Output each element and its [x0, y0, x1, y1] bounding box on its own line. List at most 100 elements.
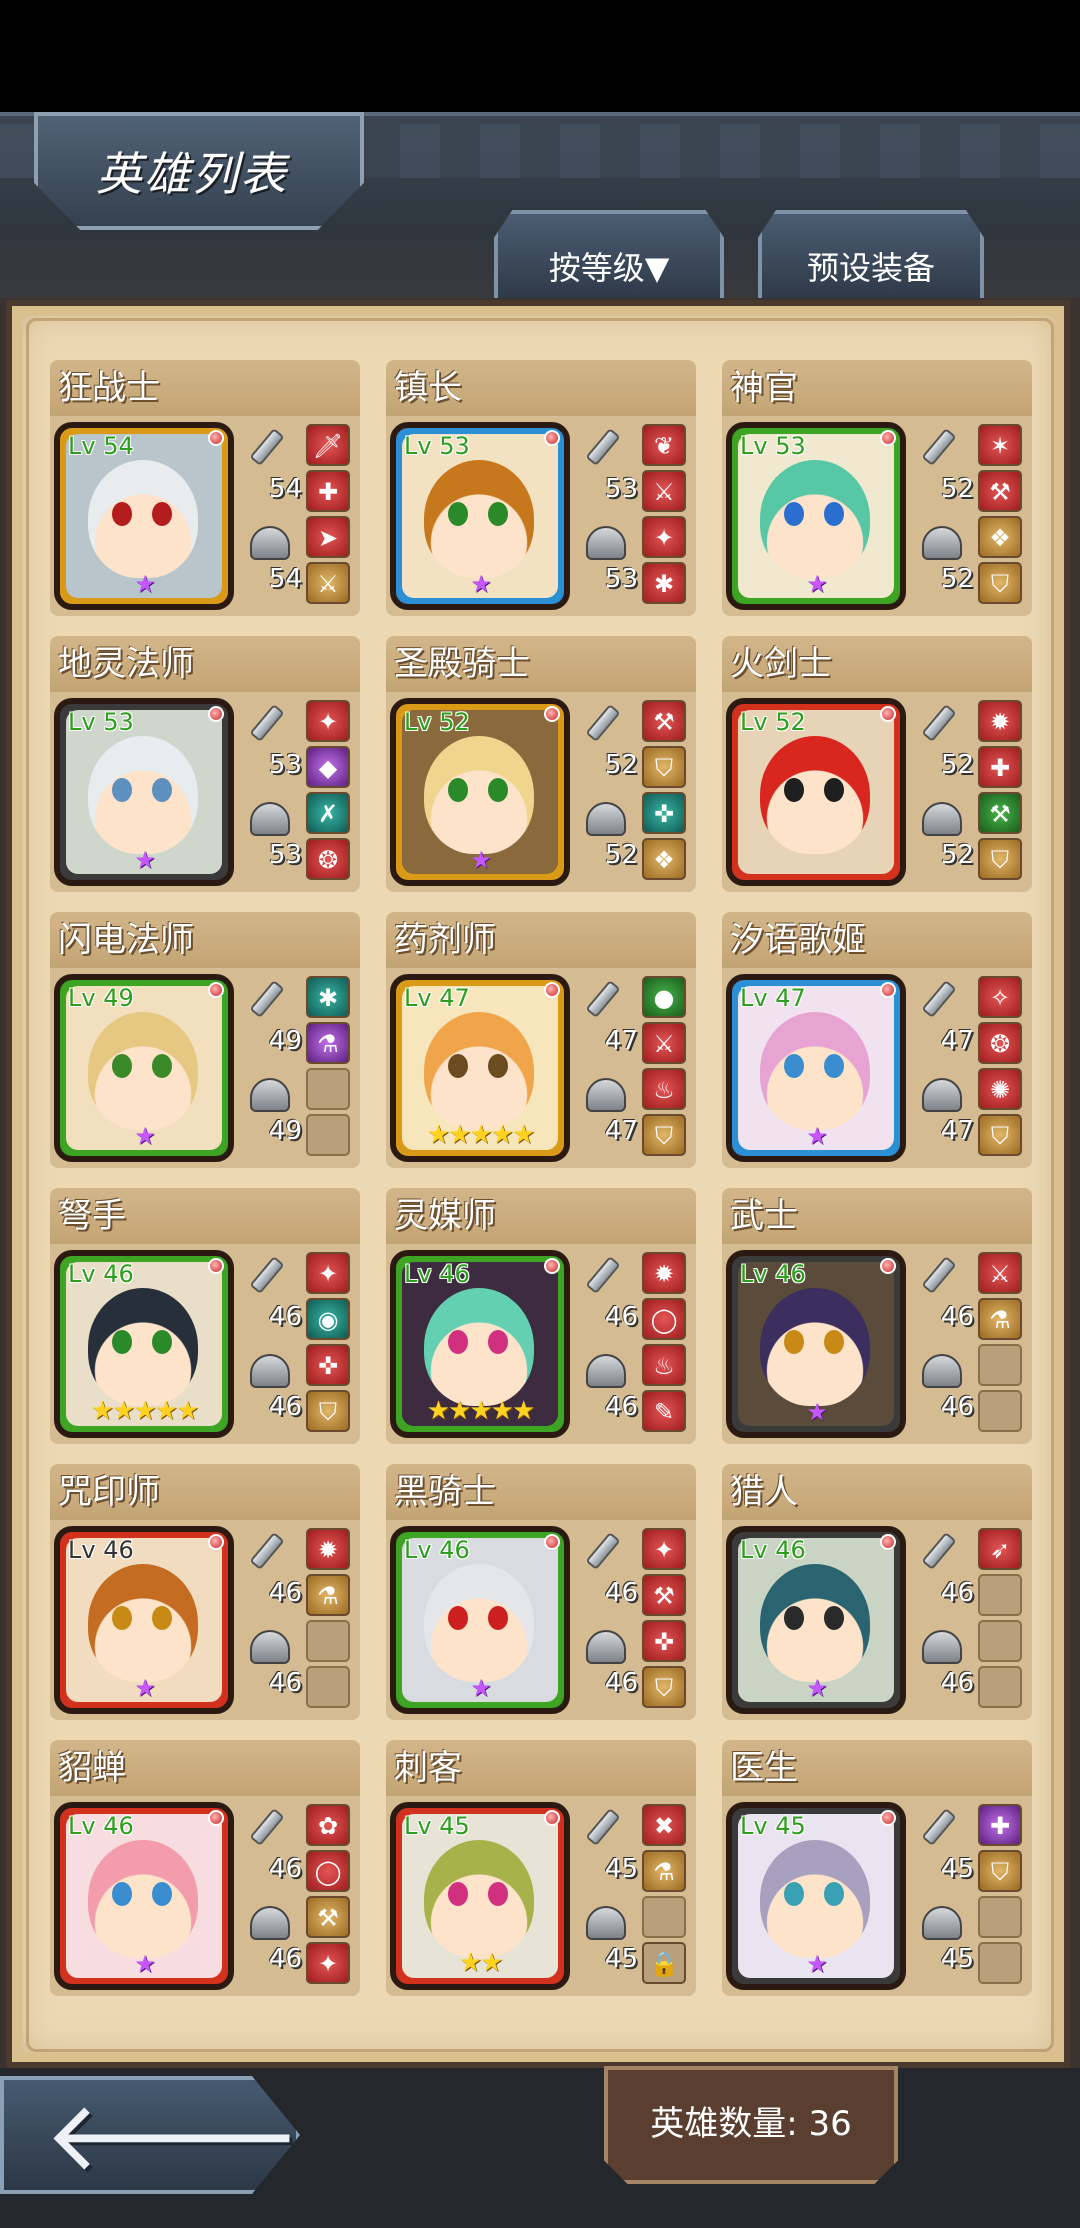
equipment-slot[interactable]: ⚒	[978, 792, 1022, 834]
equipment-slot[interactable]	[642, 1896, 686, 1938]
equipment-slot[interactable]: ✗	[306, 792, 350, 834]
equipment-slot[interactable]: ⚔	[642, 1022, 686, 1064]
equipment-slot[interactable]: ❂	[306, 838, 350, 880]
equipment-slot[interactable]: ✚	[978, 1804, 1022, 1846]
equipment-slot[interactable]: ⚗	[306, 1022, 350, 1064]
equipment-slot[interactable]	[306, 1114, 350, 1156]
equipment-slot[interactable]	[306, 1620, 350, 1662]
equipment-slot[interactable]: ✚	[306, 470, 350, 512]
hero-card[interactable]: 狂战士 Lv 54 ★ 54 54 🗡 ✚ ➤ ⚔	[50, 360, 360, 616]
equipment-slot[interactable]: ⚔	[978, 1252, 1022, 1294]
equipment-slot[interactable]: ❦	[642, 424, 686, 466]
equipment-slot[interactable]: ◯	[642, 1298, 686, 1340]
hero-portrait[interactable]: Lv 47 ★	[726, 974, 906, 1162]
hero-portrait[interactable]: Lv 46 ★	[390, 1526, 570, 1714]
equipment-slot[interactable]: ♨	[642, 1344, 686, 1386]
hero-card[interactable]: 武士 Lv 46 ★ 46 46 ⚔ ⚗	[722, 1188, 1032, 1444]
hero-portrait[interactable]: Lv 46 ★	[54, 1802, 234, 1990]
hero-portrait[interactable]: Lv 53 ★	[54, 698, 234, 886]
preset-equipment-button[interactable]: 预设装备	[758, 210, 984, 302]
hero-card[interactable]: 镇长 Lv 53 ★ 53 53 ❦ ⚔ ✦ ✱	[386, 360, 696, 616]
equipment-slot[interactable]: ⚔	[642, 470, 686, 512]
equipment-slot[interactable]: ✱	[642, 562, 686, 604]
hero-portrait[interactable]: Lv 49 ★	[54, 974, 234, 1162]
equipment-slot[interactable]: ✜	[642, 1620, 686, 1662]
equipment-slot[interactable]: ⛉	[978, 838, 1022, 880]
equipment-slot[interactable]: ✹	[978, 700, 1022, 742]
equipment-slot[interactable]: ✚	[978, 746, 1022, 788]
equipment-slot[interactable]: ✦	[306, 1942, 350, 1984]
equipment-slot[interactable]: ⛉	[978, 562, 1022, 604]
hero-portrait[interactable]: Lv 47 ★★★★★	[390, 974, 570, 1162]
equipment-slot[interactable]: ➶	[978, 1528, 1022, 1570]
equipment-slot[interactable]	[978, 1896, 1022, 1938]
equipment-slot[interactable]: 🔒	[642, 1942, 686, 1984]
equipment-slot[interactable]	[306, 1068, 350, 1110]
equipment-slot[interactable]: ⛉	[306, 1390, 350, 1432]
equipment-slot[interactable]	[978, 1574, 1022, 1616]
equipment-slot[interactable]: ❖	[978, 516, 1022, 558]
equipment-slot[interactable]: ⚗	[642, 1850, 686, 1892]
equipment-slot[interactable]: ✜	[642, 792, 686, 834]
equipment-slot[interactable]: 🗡	[306, 424, 350, 466]
equipment-slot[interactable]: ✿	[306, 1804, 350, 1846]
hero-card[interactable]: 灵媒师 Lv 46 ★★★★★ 46 46 ✹ ◯ ♨ ✎	[386, 1188, 696, 1444]
equipment-slot[interactable]: ✦	[306, 1252, 350, 1294]
hero-card[interactable]: 刺客 Lv 45 ★★ 45 45 ✖ ⚗ 🔒	[386, 1740, 696, 1996]
hero-portrait[interactable]: Lv 45 ★★	[390, 1802, 570, 1990]
hero-card[interactable]: 医生 Lv 45 ★ 45 45 ✚ ⛉	[722, 1740, 1032, 1996]
equipment-slot[interactable]: ✹	[306, 1528, 350, 1570]
hero-card[interactable]: 药剂师 Lv 47 ★★★★★ 47 47 ● ⚔ ♨ ⛉	[386, 912, 696, 1168]
hero-portrait[interactable]: Lv 46 ★★★★★	[390, 1250, 570, 1438]
equipment-slot[interactable]: ⛉	[978, 1114, 1022, 1156]
equipment-slot[interactable]: ❖	[642, 838, 686, 880]
hero-card[interactable]: 神官 Lv 53 ★ 52 52 ✶ ⚒ ❖ ⛉	[722, 360, 1032, 616]
equipment-slot[interactable]: ✱	[306, 976, 350, 1018]
equipment-slot[interactable]: ✖	[642, 1804, 686, 1846]
equipment-slot[interactable]: ♨	[642, 1068, 686, 1110]
equipment-slot[interactable]: ✦	[642, 516, 686, 558]
equipment-slot[interactable]	[306, 1666, 350, 1708]
hero-portrait[interactable]: Lv 52 ★	[390, 698, 570, 886]
hero-portrait[interactable]: Lv 54 ★	[54, 422, 234, 610]
hero-portrait[interactable]: Lv 53 ★	[390, 422, 570, 610]
hero-portrait[interactable]: Lv 46 ★★★★★	[54, 1250, 234, 1438]
equipment-slot[interactable]: ◯	[306, 1850, 350, 1892]
equipment-slot[interactable]: ⚒	[642, 1574, 686, 1616]
equipment-slot[interactable]: ⛉	[642, 1114, 686, 1156]
equipment-slot[interactable]: ⛉	[642, 746, 686, 788]
equipment-slot[interactable]: ✎	[642, 1390, 686, 1432]
equipment-slot[interactable]: ⛉	[978, 1850, 1022, 1892]
equipment-slot[interactable]: ✶	[978, 424, 1022, 466]
hero-card[interactable]: 黑骑士 Lv 46 ★ 46 46 ✦ ⚒ ✜ ⛉	[386, 1464, 696, 1720]
equipment-slot[interactable]: ●	[642, 976, 686, 1018]
equipment-slot[interactable]	[978, 1666, 1022, 1708]
hero-card[interactable]: 火剑士 Lv 52 52 52 ✹ ✚ ⚒ ⛉	[722, 636, 1032, 892]
equipment-slot[interactable]: ⛉	[642, 1666, 686, 1708]
equipment-slot[interactable]	[978, 1620, 1022, 1662]
equipment-slot[interactable]: ❂	[978, 1022, 1022, 1064]
equipment-slot[interactable]: ⚒	[306, 1896, 350, 1938]
equipment-slot[interactable]	[978, 1344, 1022, 1386]
hero-card[interactable]: 地灵法师 Lv 53 ★ 53 53 ✦ ◆ ✗ ❂	[50, 636, 360, 892]
equipment-slot[interactable]: ⚒	[642, 700, 686, 742]
equipment-slot[interactable]	[978, 1942, 1022, 1984]
hero-portrait[interactable]: Lv 52	[726, 698, 906, 886]
equipment-slot[interactable]: ◆	[306, 746, 350, 788]
hero-card[interactable]: 闪电法师 Lv 49 ★ 49 49 ✱ ⚗	[50, 912, 360, 1168]
hero-card[interactable]: 弩手 Lv 46 ★★★★★ 46 46 ✦ ◉ ✜ ⛉	[50, 1188, 360, 1444]
equipment-slot[interactable]: ✦	[642, 1528, 686, 1570]
equipment-slot[interactable]: ⚗	[306, 1574, 350, 1616]
equipment-slot[interactable]: ⚔	[306, 562, 350, 604]
hero-portrait[interactable]: Lv 46 ★	[726, 1526, 906, 1714]
hero-portrait[interactable]: Lv 45 ★	[726, 1802, 906, 1990]
equipment-slot[interactable]: ⚗	[978, 1298, 1022, 1340]
hero-portrait[interactable]: Lv 46 ★	[726, 1250, 906, 1438]
equipment-slot[interactable]: ◉	[306, 1298, 350, 1340]
hero-card[interactable]: 猎人 Lv 46 ★ 46 46 ➶	[722, 1464, 1032, 1720]
equipment-slot[interactable]: ➤	[306, 516, 350, 558]
equipment-slot[interactable]: ⚒	[978, 470, 1022, 512]
sort-by-level-button[interactable]: 按等级▼	[494, 210, 724, 302]
hero-portrait[interactable]: Lv 46 ★	[54, 1526, 234, 1714]
equipment-slot[interactable]: ✦	[306, 700, 350, 742]
